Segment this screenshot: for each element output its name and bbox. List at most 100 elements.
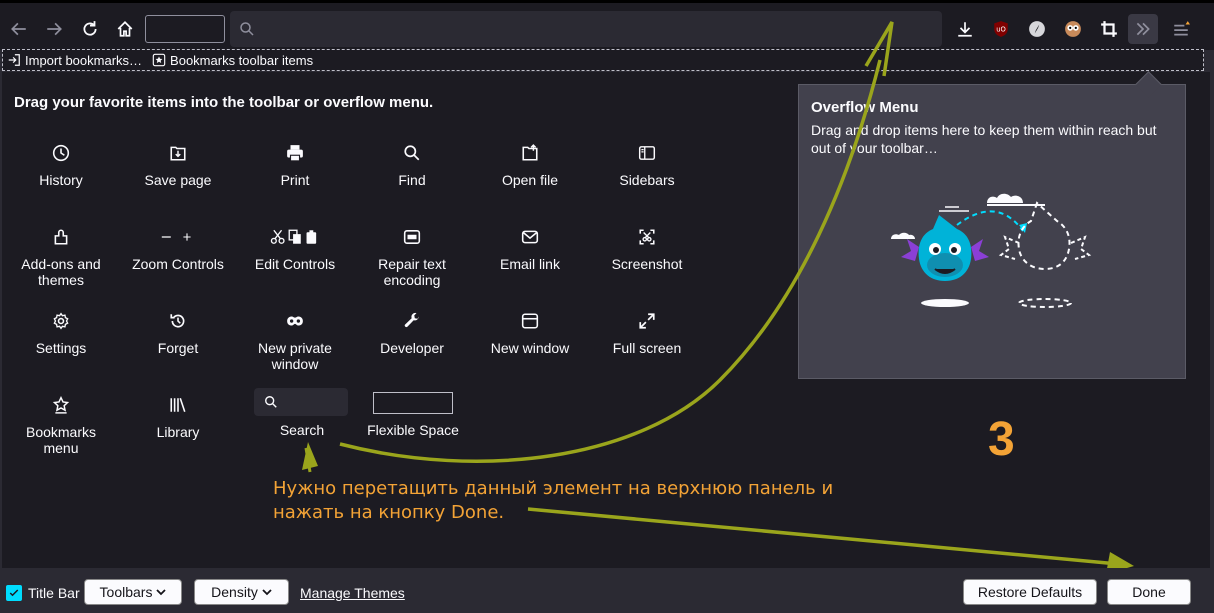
palette-item-screenshot[interactable]: Screenshot [595,228,699,272]
palette-item-search[interactable]: Search [250,422,354,438]
hamburger-icon [1174,21,1190,36]
home-icon [117,21,133,37]
palette-item-edit-controls[interactable]: Edit Controls [243,228,347,272]
settings-icon [9,312,113,332]
palette-item-email-link[interactable]: Email link [478,228,582,272]
palette-item-library[interactable]: Library [126,396,230,440]
private-window-icon [243,312,347,332]
palette-item-print[interactable]: Print [243,144,347,188]
toolbars-dropdown[interactable]: Toolbars [84,579,182,605]
palette-item-save-page[interactable]: Save page [126,144,230,188]
palette-item-label: Find [398,172,426,188]
palette-item-label: Sidebars [619,172,675,188]
back-button[interactable] [4,14,34,44]
star-box-icon [152,53,166,67]
palette-item-label: Zoom Controls [132,256,224,272]
toolbars-label: Toolbars [99,584,153,600]
title-bar-checkbox[interactable]: Title Bar [6,585,80,601]
search-widget[interactable] [254,388,348,416]
overflow-menu-panel[interactable]: Overflow Menu Drag and drop items here t… [798,84,1186,379]
palette-item-label: Open file [501,172,559,188]
palette-item-forget[interactable]: Forget [126,312,230,356]
density-dropdown[interactable]: Density [194,579,289,605]
annotation-text: Нужно перетащить данный элемент на верхн… [273,478,834,523]
crop-icon [1101,21,1117,37]
palette-item-label: Forget [157,340,199,356]
palette-item-find[interactable]: Find [360,144,464,188]
dragon-illustration [891,193,1092,308]
palette-item-label: History [39,172,83,188]
forward-arrow-icon [47,22,62,36]
url-bar[interactable] [230,11,942,47]
reload-icon [83,21,97,36]
repair-encoding-icon [360,228,464,248]
restore-defaults-button[interactable]: Restore Defaults [963,579,1097,605]
density-label: Density [211,584,258,600]
palette-item-new-window[interactable]: New window [478,312,582,356]
palette-item-settings[interactable]: Settings [9,312,113,356]
full-screen-icon [595,312,699,332]
chevron-down-icon [262,589,272,596]
restore-defaults-label: Restore Defaults [977,584,1083,600]
screenshot-icon [595,228,699,248]
palette-item-flexible-space[interactable]: Flexible Space [361,422,465,438]
ublock-extension-button[interactable]: uO [986,14,1016,44]
checkbox-checked-icon [6,585,22,601]
palette-item-label: Settings [35,340,87,356]
palette-heading: Drag your favorite items into the toolba… [14,94,434,111]
import-bookmarks-item[interactable]: Import bookmarks… [7,53,142,68]
palette-item-zoom-controls[interactable]: Zoom Controls [126,228,230,272]
search-icon [265,396,277,408]
palette-item-label: Developer [380,340,444,356]
bookmarks-menu-icon [9,395,113,416]
palette-item-open-file[interactable]: Open file [478,144,582,188]
app-menu-button[interactable] [1166,14,1196,44]
palette-item-label: Add-ons and themes [21,256,101,288]
palette-item-full-screen[interactable]: Full screen [595,312,699,356]
sidebars-icon [595,144,699,164]
new-window-icon [478,312,582,332]
overflow-menu-title: Overflow Menu [811,99,919,116]
home-button[interactable] [110,14,140,44]
flexible-space-placeholder[interactable] [145,15,225,43]
palette-item-label: Flexible Space [367,422,459,438]
palette-item-new-private-window[interactable]: New private window [243,312,347,372]
save-page-icon [126,144,230,164]
ublock-icon: uO [994,21,1008,37]
bookmarks-toolbar-items[interactable]: Bookmarks toolbar items [152,53,313,68]
palette-item-history[interactable]: History [9,144,113,188]
zoom-controls-icon [126,228,230,248]
customize-footer: Title Bar Toolbars Density Manage Themes… [0,568,1214,613]
palette-item-developer[interactable]: Developer [360,312,464,356]
extension-button-3[interactable] [1058,14,1088,44]
title-bar-label: Title Bar [28,585,80,601]
done-label: Done [1132,584,1166,600]
print-icon [243,144,347,164]
library-icon [126,396,230,416]
overflow-menu-button[interactable] [1128,14,1158,44]
navigation-toolbar: uO [0,0,1214,50]
palette-item-label: New window [490,340,570,356]
downloads-button[interactable] [950,14,980,44]
open-file-icon [478,144,582,164]
compass-extension-icon [1029,21,1045,37]
email-link-icon [478,228,582,248]
done-button[interactable]: Done [1107,579,1191,605]
forward-button[interactable] [39,14,69,44]
palette-item-sidebars[interactable]: Sidebars [595,144,699,188]
palette-item-addons[interactable]: Add-ons and themes [9,228,113,288]
palette-item-label: Library [156,424,200,440]
crop-extension-button[interactable] [1094,14,1124,44]
palette-item-bookmarks-menu[interactable]: Bookmarks menu [9,395,113,456]
palette-item-label: Email link [500,256,560,272]
extension-button-2[interactable] [1022,14,1052,44]
addons-icon [9,228,113,248]
history-icon [9,144,113,164]
flexible-space-icon [373,392,453,414]
manage-themes-link[interactable]: Manage Themes [300,585,405,601]
back-arrow-icon [11,22,26,36]
palette-item-repair-text-encoding[interactable]: Repair text encoding [360,228,464,288]
reload-button[interactable] [75,14,105,44]
overflow-menu-description: Drag and drop items here to keep them wi… [811,122,1157,156]
palette-item-label: Edit Controls [254,256,336,272]
